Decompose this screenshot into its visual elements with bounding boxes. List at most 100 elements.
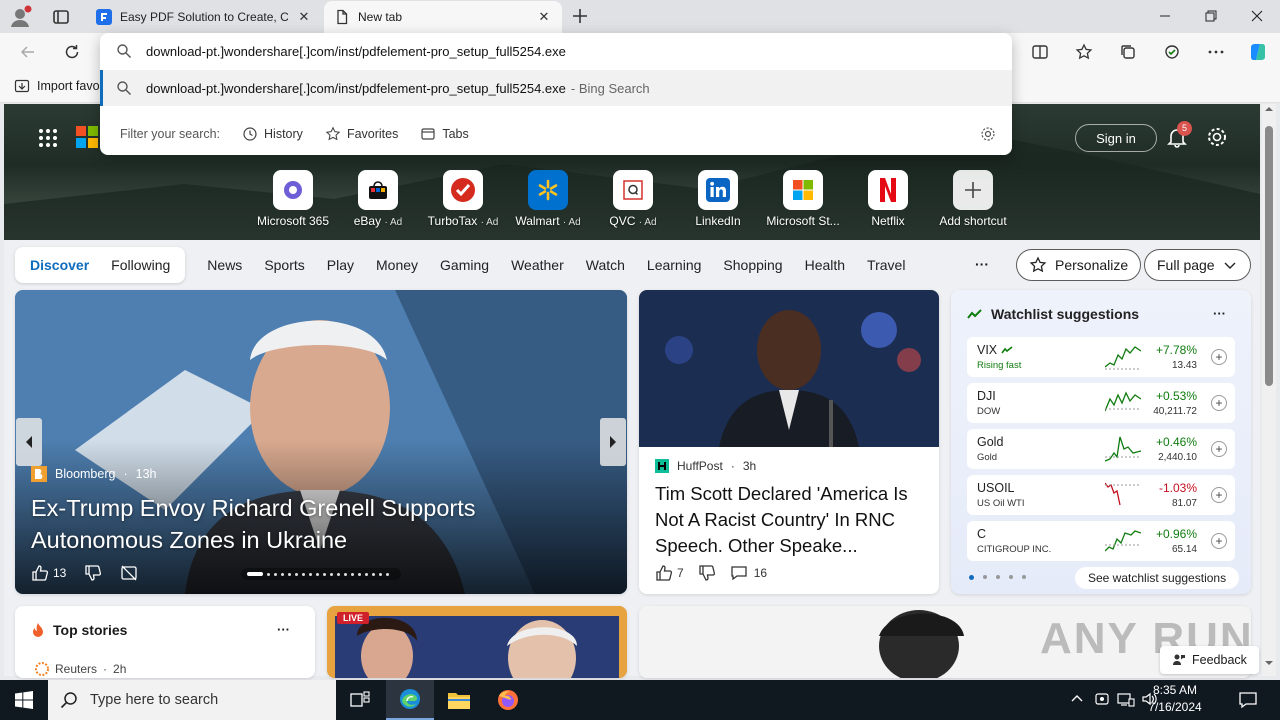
more-options-icon[interactable] <box>1200 36 1232 68</box>
story-card[interactable]: HuffPost · 3h Tim Scott Declared 'Americ… <box>639 290 939 594</box>
scrollbar-thumb[interactable] <box>1265 126 1273 386</box>
filter-tabs[interactable]: Tabs <box>420 126 469 142</box>
like-button[interactable]: 13 <box>31 564 66 582</box>
import-favorites-button[interactable]: Import favo <box>14 78 100 94</box>
tab-new-tab[interactable]: New tab ✕ <box>324 1 562 33</box>
restore-button[interactable] <box>1188 0 1234 32</box>
taskbar-clock[interactable]: 8:35 AM 7/16/2024 <box>1135 682 1215 716</box>
split-screen-icon[interactable] <box>1024 36 1056 68</box>
taskbar-firefox-button[interactable] <box>484 680 532 720</box>
nav-item[interactable]: Shopping <box>712 257 793 273</box>
feedback-button[interactable]: Feedback <box>1160 646 1259 674</box>
watchlist-row[interactable]: DJI DOW +0.53% 40,211.72 + <box>967 383 1235 423</box>
network-icon[interactable] <box>1117 691 1135 707</box>
watchlist-row[interactable]: VIX Rising fast +7.78% 13.43 + <box>967 337 1235 377</box>
new-tab-button[interactable] <box>570 6 590 26</box>
shortcut-ebay[interactable]: eBay · Ad <box>338 170 418 228</box>
notification-center-icon[interactable] <box>1238 690 1258 710</box>
tab-actions-icon[interactable] <box>48 4 74 30</box>
settings-gear-icon[interactable] <box>980 126 996 142</box>
top-stories-more-button[interactable]: ··· <box>277 622 290 637</box>
close-tab-icon[interactable]: ✕ <box>296 9 312 25</box>
nav-item[interactable]: Play <box>316 257 365 273</box>
video-story-card[interactable]: LIVE <box>327 606 627 678</box>
copilot-icon[interactable] <box>1242 36 1274 68</box>
close-tab-icon[interactable]: ✕ <box>536 9 552 25</box>
nav-item[interactable]: News <box>196 257 253 273</box>
nav-item[interactable]: Gaming <box>429 257 500 273</box>
favorites-star-icon[interactable] <box>1068 36 1100 68</box>
task-view-button[interactable] <box>336 680 384 720</box>
thumbs-down-icon[interactable] <box>84 564 102 582</box>
see-watchlist-suggestions-button[interactable]: See watchlist suggestions <box>1075 567 1240 589</box>
refresh-icon[interactable] <box>56 36 88 68</box>
shortcut-microsoft-store[interactable]: Microsoft St... <box>763 170 843 228</box>
filter-favorites[interactable]: Favorites <box>325 126 398 142</box>
back-icon[interactable] <box>12 36 44 68</box>
add-to-watchlist-button[interactable]: + <box>1211 395 1227 411</box>
close-window-button[interactable] <box>1234 0 1280 32</box>
add-to-watchlist-button[interactable]: + <box>1211 487 1227 503</box>
shortcut-linkedin[interactable]: LinkedIn <box>678 170 758 228</box>
shortcut-qvc[interactable]: QVC · Ad <box>593 170 673 228</box>
search-suggestion[interactable]: download-pt.]wondershare[.]com/inst/pdfe… <box>100 70 1012 106</box>
shortcut-microsoft-365[interactable]: Microsoft 365 <box>253 170 333 228</box>
minimize-button[interactable] <box>1142 0 1188 32</box>
carousel-pager[interactable] <box>241 568 401 580</box>
tab-discover[interactable]: Discover <box>19 257 100 273</box>
thumbs-down-icon[interactable] <box>698 564 716 582</box>
full-page-dropdown[interactable]: Full page <box>1144 249 1251 281</box>
watchlist-row[interactable]: C CITIGROUP INC. +0.96% 65.14 + <box>967 521 1235 561</box>
filter-history[interactable]: History <box>242 126 303 142</box>
show-hidden-icons-chevron-icon[interactable] <box>1070 692 1084 706</box>
watchlist-more-button[interactable]: ··· <box>1213 306 1226 321</box>
add-shortcut-button[interactable]: Add shortcut <box>933 170 1013 228</box>
nav-item[interactable]: Watch <box>575 257 636 273</box>
carousel-prev-button[interactable] <box>16 418 42 466</box>
collections-icon[interactable] <box>1112 36 1144 68</box>
carousel-next-button[interactable] <box>600 418 626 466</box>
apps-grid-icon[interactable] <box>38 128 58 148</box>
sign-in-button[interactable]: Sign in <box>1075 124 1157 152</box>
ticker-change: -1.03% <box>1158 481 1197 495</box>
nav-item[interactable]: Sports <box>253 257 315 273</box>
comments-button[interactable]: 16 <box>730 564 767 582</box>
import-icon <box>14 78 30 94</box>
scrollbar-track[interactable] <box>1262 104 1276 676</box>
address-input[interactable]: download-pt.]wondershare[.]com/inst/pdfe… <box>146 44 566 59</box>
nav-item[interactable]: Learning <box>636 257 713 273</box>
hero-headline[interactable]: Ex-Trump Envoy Richard Grenell Supports … <box>31 492 511 556</box>
page-settings-gear-icon[interactable] <box>1206 126 1228 148</box>
story-headline[interactable]: Tim Scott Declared 'America Is Not A Rac… <box>655 481 929 559</box>
taskbar-edge-button[interactable] <box>386 680 434 720</box>
nav-item[interactable]: Weather <box>500 257 575 273</box>
personalize-button[interactable]: Personalize <box>1016 249 1142 281</box>
taskbar-file-explorer-button[interactable] <box>435 680 483 720</box>
shortcut-netflix[interactable]: Netflix <box>848 170 928 228</box>
watchlist-row[interactable]: Gold Gold +0.46% 2,440.10 + <box>967 429 1235 469</box>
nav-item[interactable]: Travel <box>856 257 916 273</box>
profile-icon[interactable] <box>8 5 32 29</box>
taskbar-search-box[interactable]: Type here to search <box>48 680 336 720</box>
nav-more-button[interactable]: ··· <box>975 256 989 272</box>
scroll-up-icon[interactable] <box>1264 104 1274 114</box>
tab-following[interactable]: Following <box>100 257 181 273</box>
add-to-watchlist-button[interactable]: + <box>1211 441 1227 457</box>
watchlist-row[interactable]: USOIL US Oil WTI -1.03% 81.07 + <box>967 475 1235 515</box>
address-input-row[interactable]: download-pt.]wondershare[.]com/inst/pdfe… <box>100 33 1012 69</box>
add-to-watchlist-button[interactable]: + <box>1211 349 1227 365</box>
nav-item[interactable]: Money <box>365 257 429 273</box>
meet-now-icon[interactable] <box>1094 691 1110 707</box>
watchlist-pager[interactable] <box>969 575 1026 580</box>
scroll-down-icon[interactable] <box>1264 658 1274 668</box>
tab-pdfelement[interactable]: Easy PDF Solution to Create, Con ✕ <box>86 1 322 33</box>
add-to-watchlist-button[interactable]: + <box>1211 533 1227 549</box>
hide-story-icon[interactable] <box>120 564 138 582</box>
shortcut-turbotax[interactable]: TurboTax · Ad <box>423 170 503 228</box>
like-button[interactable]: 7 <box>655 564 684 582</box>
start-button[interactable] <box>0 680 48 720</box>
shortcut-walmart[interactable]: Walmart · Ad <box>508 170 588 228</box>
nav-item[interactable]: Health <box>794 257 856 273</box>
hero-story-card[interactable]: Bloomberg · 13h Ex-Trump Envoy Richard G… <box>15 290 627 594</box>
browser-essentials-icon[interactable] <box>1156 36 1188 68</box>
